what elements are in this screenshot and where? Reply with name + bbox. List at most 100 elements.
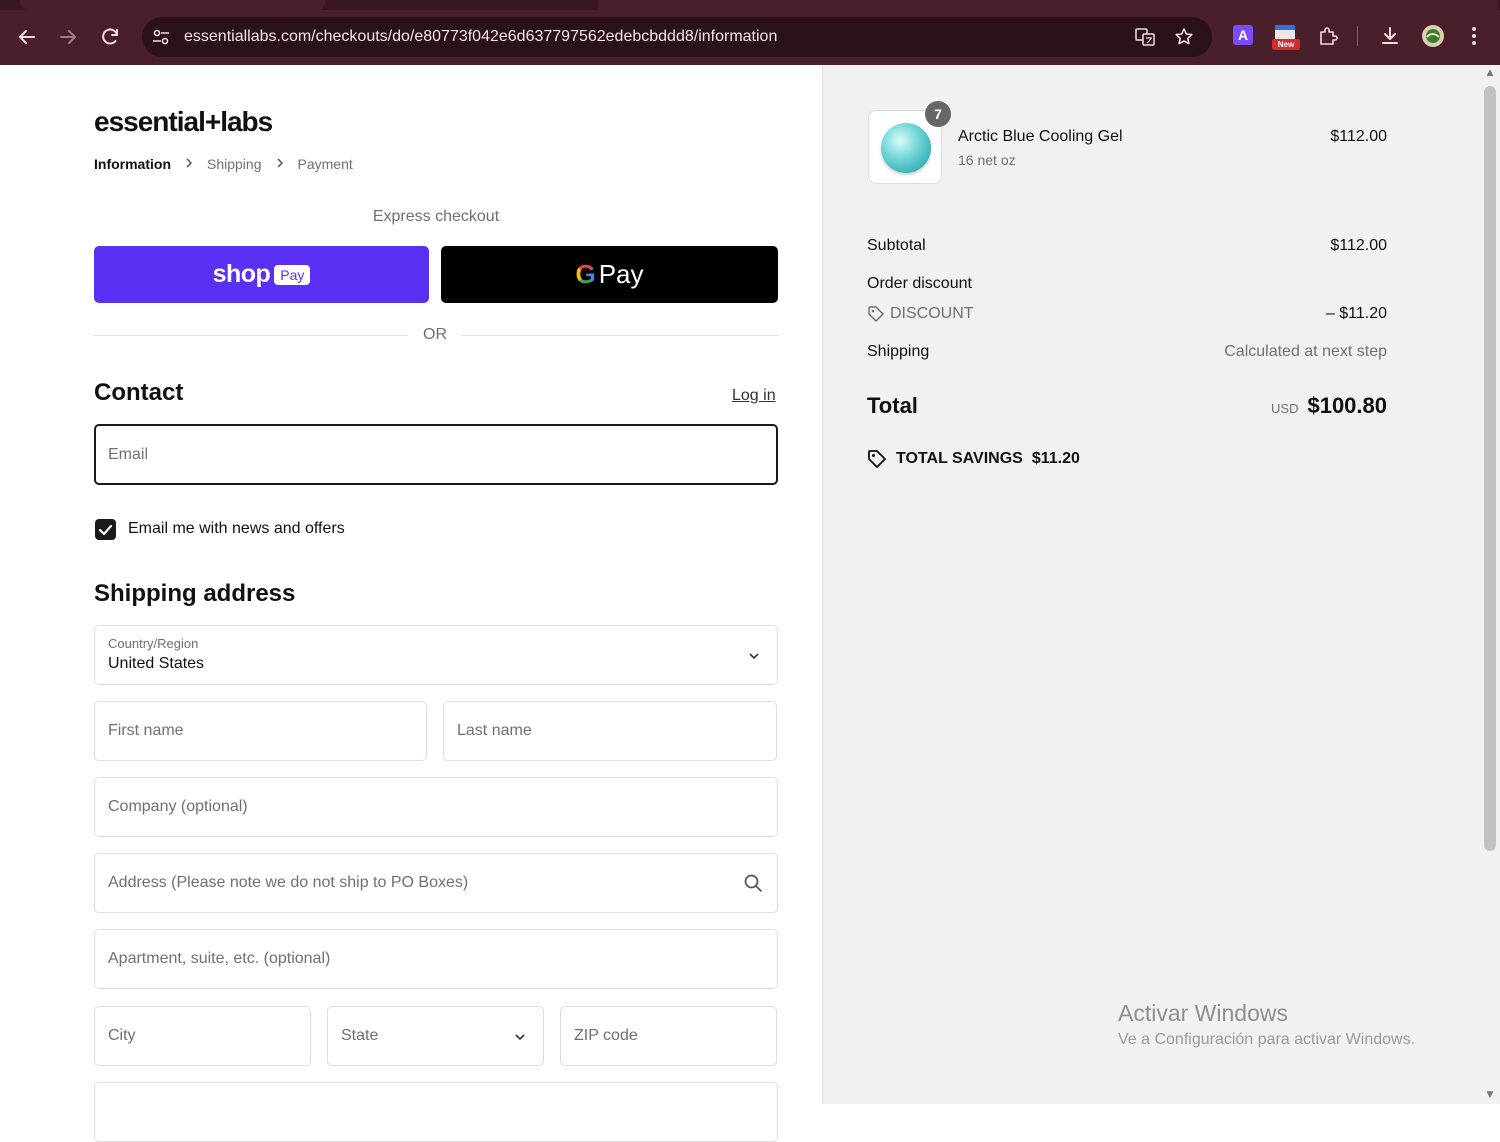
chevron-right-icon: [276, 157, 284, 172]
zip-field[interactable]: ZIP code: [560, 1006, 777, 1066]
shipping-value: Calculated at next step: [1224, 343, 1387, 360]
tag-icon: [867, 449, 889, 469]
contact-heading: Contact: [94, 379, 184, 406]
apartment-field[interactable]: Apartment, suite, etc. (optional): [94, 929, 778, 989]
checkmark-icon: [98, 524, 113, 536]
chevron-down-icon: [747, 648, 761, 662]
discount-code: DISCOUNT: [867, 305, 974, 323]
city-field[interactable]: City: [94, 1006, 311, 1066]
discount-value: – $11.20: [1325, 305, 1387, 322]
profile-avatar-icon[interactable]: [1421, 24, 1445, 48]
product-price: $112.00: [1330, 128, 1387, 145]
shop-pay-logo: shop: [212, 260, 271, 288]
translate-icon[interactable]: [1134, 26, 1156, 48]
shipping-address-heading: Shipping address: [94, 580, 296, 607]
tag-icon: [867, 305, 885, 323]
company-placeholder: Company (optional): [108, 798, 248, 815]
product-image: [881, 123, 931, 173]
extension-a-icon[interactable]: A: [1232, 24, 1254, 46]
arrow-right-icon: [60, 30, 76, 44]
first-name-field[interactable]: First name: [94, 701, 427, 761]
state-placeholder: State: [341, 1027, 379, 1044]
total-savings-label: TOTAL SAVINGS: [896, 450, 1023, 467]
login-link[interactable]: Log in: [732, 387, 776, 405]
city-placeholder: City: [108, 1027, 136, 1044]
active-tab-edge[interactable]: [20, 0, 325, 10]
apartment-placeholder: Apartment, suite, etc. (optional): [108, 950, 331, 967]
shipping-label: Shipping: [867, 343, 930, 360]
address-bar[interactable]: essentiallabs.com/checkouts/do/e80773f04…: [142, 17, 1212, 57]
breadcrumb-shipping[interactable]: Shipping: [207, 156, 262, 172]
discount-code-text: DISCOUNT: [890, 305, 974, 322]
windows-activation-title: Activar Windows: [1118, 1000, 1288, 1026]
download-icon[interactable]: [1378, 24, 1402, 48]
chevron-down-icon: [513, 1029, 527, 1043]
total-savings-value: $11.20: [1031, 450, 1080, 467]
quantity-badge: 7: [925, 101, 951, 127]
shop-pay-button[interactable]: shop Pay: [94, 246, 429, 303]
currency-code: USD: [1271, 401, 1299, 416]
subtotal-value: $112.00: [1330, 237, 1387, 254]
svg-text:A: A: [1238, 27, 1248, 43]
chevron-right-icon: [185, 157, 193, 172]
state-select[interactable]: State: [327, 1006, 544, 1066]
extension-new-icon[interactable]: New: [1272, 24, 1300, 50]
address-field[interactable]: Address (Please note we do not ship to P…: [94, 853, 778, 913]
back-button[interactable]: [12, 22, 42, 52]
more-menu-icon[interactable]: [1462, 24, 1486, 48]
order-discount-label: Order discount: [867, 275, 972, 292]
tab-strip: [0, 0, 1500, 10]
scroll-up-icon[interactable]: ▲: [1484, 68, 1496, 78]
first-name-placeholder: First name: [108, 722, 184, 739]
shop-pay-badge: Pay: [274, 264, 311, 285]
total-amount: USD $100.80: [1271, 393, 1387, 419]
country-select[interactable]: Country/Region United States: [94, 625, 778, 685]
browser-toolbar: essentiallabs.com/checkouts/do/e80773f04…: [0, 0, 1500, 65]
address-placeholder: Address (Please note we do not ship to P…: [108, 874, 469, 891]
site-info-icon[interactable]: [150, 26, 172, 48]
reload-button[interactable]: [96, 22, 126, 52]
new-badge: New: [1277, 40, 1295, 49]
breadcrumb: Information Shipping Payment: [94, 156, 353, 172]
total-savings: TOTAL SAVINGS $11.20: [867, 449, 1080, 469]
last-name-placeholder: Last name: [457, 722, 532, 739]
country-label: Country/Region: [108, 636, 199, 651]
tab-edge[interactable]: [598, 0, 1498, 10]
product-variant: 16 net oz: [958, 152, 1016, 168]
google-pay-label: Pay: [598, 259, 644, 289]
subtotal-label: Subtotal: [867, 237, 926, 254]
google-g-icon: G: [575, 259, 596, 289]
bookmark-star-icon[interactable]: [1173, 26, 1195, 48]
forward-button[interactable]: [53, 22, 83, 52]
breadcrumb-payment[interactable]: Payment: [298, 156, 353, 172]
toolbar-divider: [1357, 26, 1358, 46]
country-value: United States: [108, 655, 205, 672]
express-checkout-title: Express checkout: [372, 208, 500, 225]
total-label: Total: [867, 393, 918, 418]
or-separator: OR: [423, 326, 447, 343]
divider: [94, 335, 408, 336]
windows-activation-subtitle: Ve a Configuración para activar Windows.: [1118, 1031, 1416, 1048]
phone-field[interactable]: [94, 1082, 778, 1142]
zip-placeholder: ZIP code: [574, 1027, 638, 1044]
product-name: Arctic Blue Cooling Gel: [958, 128, 1123, 145]
url-text[interactable]: essentiallabs.com/checkouts/do/e80773f04…: [184, 17, 777, 57]
scroll-thumb[interactable]: [1484, 86, 1496, 851]
breadcrumb-information: Information: [94, 156, 171, 172]
email-placeholder: Email: [108, 445, 149, 463]
company-field[interactable]: Company (optional): [94, 777, 778, 837]
divider: [462, 335, 778, 336]
search-icon[interactable]: [743, 873, 763, 893]
newsletter-label[interactable]: Email me with news and offers: [128, 520, 345, 538]
arrow-left-icon: [19, 30, 35, 44]
total-value: $100.80: [1307, 393, 1387, 418]
reload-icon: [102, 28, 118, 45]
scroll-down-icon[interactable]: ▼: [1484, 1090, 1496, 1100]
newsletter-checkbox[interactable]: [95, 519, 116, 540]
extensions-puzzle-icon[interactable]: [1316, 24, 1340, 48]
email-field[interactable]: Email: [94, 424, 778, 485]
order-summary: [822, 65, 1500, 1104]
store-logo[interactable]: essential+labs: [94, 106, 273, 138]
last-name-field[interactable]: Last name: [443, 701, 777, 761]
google-pay-button[interactable]: G Pay: [441, 246, 778, 303]
